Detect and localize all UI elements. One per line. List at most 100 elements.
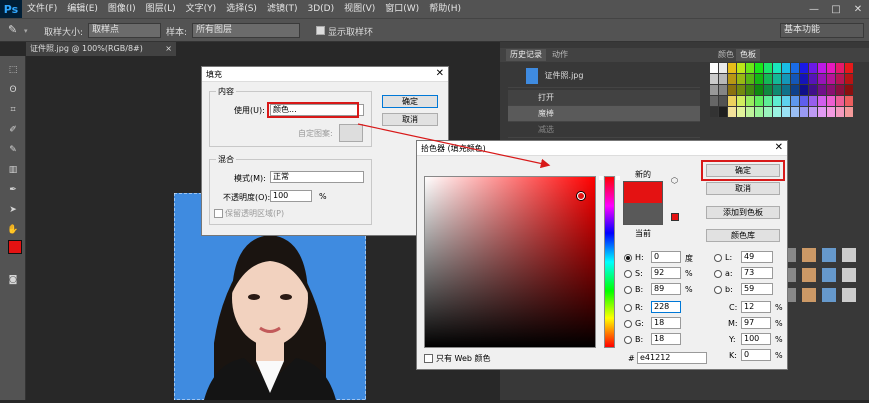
swatch[interactable] xyxy=(710,107,718,117)
style-preset[interactable] xyxy=(822,268,836,282)
style-preset[interactable] xyxy=(842,248,856,262)
opacity-input[interactable]: 100 xyxy=(270,190,312,202)
style-preset[interactable] xyxy=(802,268,816,282)
menu-item[interactable]: 图层(L) xyxy=(141,0,181,18)
swatch[interactable] xyxy=(764,85,772,95)
fill-dialog-close-icon[interactable]: ✕ xyxy=(436,68,444,79)
swatch[interactable] xyxy=(764,63,772,73)
swatch[interactable] xyxy=(845,107,853,117)
swatch[interactable] xyxy=(737,74,745,84)
swatch[interactable] xyxy=(737,96,745,106)
pen-tool-icon[interactable]: ✒ xyxy=(7,184,19,196)
brightness-radio[interactable] xyxy=(624,286,632,294)
swatch[interactable] xyxy=(845,63,853,73)
swatch[interactable] xyxy=(845,96,853,106)
swatch[interactable] xyxy=(818,63,826,73)
document-tab[interactable]: 证件照.jpg @ 100%(RGB/8#) × xyxy=(26,42,176,56)
swatch[interactable] xyxy=(809,107,817,117)
picker-cancel-button[interactable]: 取消 xyxy=(706,182,780,195)
quick-mask-icon[interactable]: ◙ xyxy=(7,274,19,286)
swatch[interactable] xyxy=(791,74,799,84)
swatch[interactable] xyxy=(728,107,736,117)
hue-slider-handle[interactable] xyxy=(599,176,620,180)
menu-item[interactable]: 文字(Y) xyxy=(181,0,222,18)
swatch[interactable] xyxy=(764,74,772,84)
swatch[interactable] xyxy=(773,96,781,106)
lab-l-radio[interactable] xyxy=(714,254,722,262)
swatch[interactable] xyxy=(737,107,745,117)
swatch[interactable] xyxy=(746,85,754,95)
swatch[interactable] xyxy=(746,63,754,73)
lab-a-input[interactable]: 73 xyxy=(741,267,773,279)
menu-item[interactable]: 滤镜(T) xyxy=(262,0,303,18)
history-item-open[interactable]: 打开 xyxy=(508,90,700,106)
marquee-tool-icon[interactable]: ⬚ xyxy=(7,64,19,76)
menu-item[interactable]: 文件(F) xyxy=(22,0,62,18)
swatch[interactable] xyxy=(782,74,790,84)
style-preset[interactable] xyxy=(842,288,856,302)
magenta-input[interactable]: 97 xyxy=(741,317,771,329)
swatch[interactable] xyxy=(719,85,727,95)
green-input[interactable]: 18 xyxy=(651,317,681,329)
tab-swatches[interactable]: 色板 xyxy=(736,49,760,61)
swatch[interactable] xyxy=(746,107,754,117)
history-item-subtract[interactable]: 减选 xyxy=(508,122,700,138)
mode-select[interactable]: 正常 xyxy=(270,171,364,183)
preserve-transparency-checkbox[interactable] xyxy=(214,209,223,218)
swatch[interactable] xyxy=(791,85,799,95)
swatch[interactable] xyxy=(728,74,736,84)
swatch[interactable] xyxy=(728,96,736,106)
swatch[interactable] xyxy=(800,96,808,106)
swatch[interactable] xyxy=(728,63,736,73)
color-field[interactable] xyxy=(424,176,596,348)
history-brush-icon[interactable]: ✎ xyxy=(7,144,19,156)
swatch[interactable] xyxy=(746,96,754,106)
swatch[interactable] xyxy=(791,107,799,117)
custom-pattern-picker[interactable] xyxy=(339,124,363,142)
saturation-input[interactable]: 92 xyxy=(651,267,681,279)
swatch[interactable] xyxy=(827,85,835,95)
green-radio[interactable] xyxy=(624,320,632,328)
eyedropper-tool-icon[interactable]: ✎ xyxy=(8,23,22,37)
sample-size-select[interactable]: 取样点 xyxy=(88,23,161,38)
red-input[interactable]: 228 xyxy=(651,301,681,313)
swatch[interactable] xyxy=(710,74,718,84)
lab-b-radio[interactable] xyxy=(714,286,722,294)
swatch[interactable] xyxy=(827,63,835,73)
swatch[interactable] xyxy=(719,96,727,106)
swatch[interactable] xyxy=(755,74,763,84)
fill-cancel-button[interactable]: 取消 xyxy=(382,113,438,126)
style-preset[interactable] xyxy=(802,248,816,262)
gradient-tool-icon[interactable]: ▥ xyxy=(7,164,19,176)
hue-radio[interactable] xyxy=(624,254,632,262)
fill-ok-button[interactable]: 确定 xyxy=(382,95,438,108)
swatch[interactable] xyxy=(836,85,844,95)
menu-item[interactable]: 选择(S) xyxy=(221,0,262,18)
swatch[interactable] xyxy=(845,85,853,95)
swatch[interactable] xyxy=(836,74,844,84)
add-to-swatches-button[interactable]: 添加到色板 xyxy=(706,206,780,219)
current-color-swatch[interactable] xyxy=(623,203,663,225)
swatch[interactable] xyxy=(827,96,835,106)
swatch[interactable] xyxy=(737,63,745,73)
lab-b-input[interactable]: 59 xyxy=(741,283,773,295)
swatch[interactable] xyxy=(764,107,772,117)
swatch[interactable] xyxy=(710,63,718,73)
sample-select[interactable]: 所有图层 xyxy=(192,23,300,38)
cyan-input[interactable]: 12 xyxy=(741,301,771,313)
swatch[interactable] xyxy=(818,96,826,106)
swatch[interactable] xyxy=(728,85,736,95)
lab-l-input[interactable]: 49 xyxy=(741,251,773,263)
tab-actions[interactable]: 动作 xyxy=(548,49,572,61)
swatch[interactable] xyxy=(818,74,826,84)
workspace-select[interactable]: 基本功能 xyxy=(780,23,864,38)
style-preset[interactable] xyxy=(802,288,816,302)
tab-history[interactable]: 历史记录 xyxy=(506,49,546,61)
swatch[interactable] xyxy=(800,74,808,84)
swatch[interactable] xyxy=(800,85,808,95)
foreground-color-swatch[interactable] xyxy=(8,240,22,254)
swatch[interactable] xyxy=(710,85,718,95)
swatch[interactable] xyxy=(710,96,718,106)
close-window-button[interactable]: ✕ xyxy=(847,4,869,15)
swatch[interactable] xyxy=(719,107,727,117)
